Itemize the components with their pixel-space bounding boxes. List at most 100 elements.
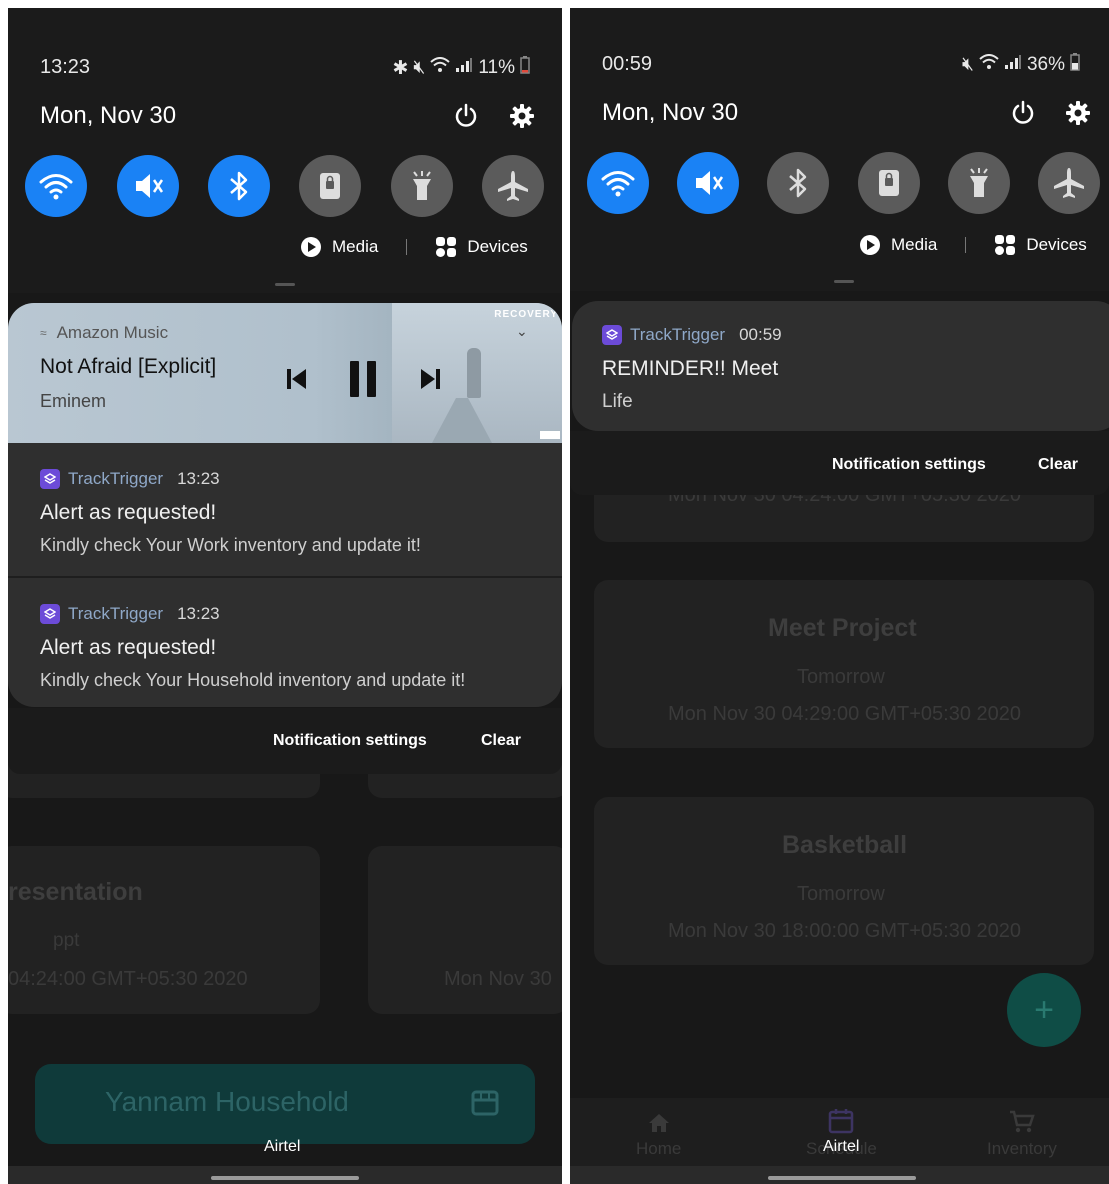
gear-icon[interactable]	[506, 100, 538, 132]
signal-icon	[455, 57, 473, 79]
navigation-bar	[8, 1166, 562, 1184]
notification-time: 13:23	[177, 469, 220, 488]
media-button[interactable]: Media	[859, 234, 937, 256]
notification-title: REMINDER!! Meet	[602, 357, 779, 380]
notification-body: Kindly check Your Household inventory an…	[40, 670, 466, 690]
battery-text: 36%	[1026, 54, 1065, 75]
devices-icon	[995, 235, 1016, 255]
status-time: 13:23	[40, 56, 91, 78]
music-app-name: Amazon Music	[56, 323, 169, 342]
bluetooth-icon	[789, 168, 807, 198]
chevron-down-icon[interactable]: ⌄	[516, 323, 528, 340]
lock-toggle[interactable]	[299, 155, 361, 217]
bg-card-date: 04:24:00 GMT+05:30 2020	[8, 968, 248, 990]
date-label: Mon, Nov 30	[602, 99, 739, 126]
flashlight-toggle[interactable]	[391, 155, 453, 217]
calendar-icon	[829, 1109, 854, 1134]
signal-icon	[1004, 54, 1022, 76]
carrier-label: Airtel	[823, 1138, 860, 1155]
pause-icon[interactable]	[349, 360, 377, 403]
bg-card2-date: Mon Nov 30	[444, 968, 552, 990]
devices-button[interactable]: Devices	[994, 234, 1087, 256]
flashlight-icon	[970, 168, 988, 197]
cart-icon	[1009, 1110, 1035, 1133]
devices-label: Devices	[467, 237, 528, 256]
gear-icon[interactable]	[1062, 97, 1094, 129]
devices-button[interactable]: Devices	[435, 236, 528, 258]
wifi-toggle[interactable]	[587, 152, 649, 214]
status-icons: ✱ 🔇︎ 11%	[392, 56, 530, 80]
wifi-status-icon	[430, 57, 451, 79]
power-icon[interactable]	[1007, 97, 1039, 129]
notification-item[interactable]: TrackTrigger 00:59 REMINDER!! Meet Life	[572, 301, 1109, 413]
bluetooth-toggle[interactable]	[767, 152, 829, 214]
store-icon	[471, 1090, 499, 1121]
media-label: Media	[332, 237, 379, 256]
panel-handle[interactable]	[275, 283, 295, 286]
notification-app-row: TrackTrigger 00:59	[602, 325, 1092, 345]
notification-app-row: TrackTrigger 13:23	[40, 469, 530, 489]
nav-inventory-label: Inventory	[987, 1139, 1057, 1158]
navigation-bar	[570, 1166, 1109, 1184]
wifi-toggle[interactable]	[25, 155, 87, 217]
devices-label: Devices	[1026, 235, 1087, 254]
bg-task-title: Basketball	[782, 831, 908, 859]
left-phone-screen: resentation ppt 04:24:00 GMT+05:30 2020 …	[8, 8, 562, 1184]
add-fab-button[interactable]: +	[1007, 973, 1081, 1047]
clear-button[interactable]: Clear	[481, 732, 521, 750]
lock-icon	[320, 173, 340, 199]
media-label: Media	[891, 235, 938, 254]
notification-time: 00:59	[739, 325, 782, 344]
notification-title: Alert as requested!	[40, 501, 217, 524]
play-circle-icon	[860, 235, 880, 255]
mute-toggle[interactable]	[677, 152, 739, 214]
lock-toggle[interactable]	[858, 152, 920, 214]
power-icon[interactable]	[450, 100, 482, 132]
notification-item[interactable]: TrackTrigger 13:23 Alert as requested! K…	[8, 578, 562, 707]
panel-handle[interactable]	[834, 280, 854, 283]
notification-settings-button[interactable]: Notification settings	[273, 732, 427, 750]
home-icon	[648, 1114, 669, 1132]
flashlight-toggle[interactable]	[948, 152, 1010, 214]
media-button[interactable]: Media	[300, 236, 378, 258]
music-app-row: ≈ Amazon Music	[40, 323, 168, 343]
play-circle-icon	[301, 237, 321, 257]
battery-icon	[1070, 53, 1080, 77]
home-gesture-bar[interactable]	[211, 1176, 359, 1180]
bg-task-when: Tomorrow	[797, 883, 885, 905]
status-icons: 🔇︎ 36%	[962, 53, 1080, 77]
music-artist: Eminem	[40, 391, 107, 411]
mute-toggle[interactable]	[117, 155, 179, 217]
status-time: 00:59	[602, 53, 653, 75]
bg-task-title: Meet Project	[768, 614, 917, 642]
notification-time: 13:23	[177, 604, 220, 623]
airplane-toggle[interactable]	[482, 155, 544, 217]
separator	[406, 239, 408, 255]
battery-icon	[520, 56, 530, 80]
next-icon[interactable]	[419, 367, 441, 396]
clear-button[interactable]: Clear	[1038, 456, 1078, 474]
parental-advisory	[540, 431, 560, 439]
notification-title: Alert as requested!	[40, 636, 217, 659]
notification-group: TrackTrigger 00:59 REMINDER!! Meet Life	[572, 301, 1109, 431]
devices-icon	[436, 237, 457, 257]
nav-inventory[interactable]: Inventory	[987, 1110, 1057, 1159]
notification-settings-button[interactable]: Notification settings	[832, 456, 986, 474]
airplane-toggle[interactable]	[1038, 152, 1100, 214]
music-notification[interactable]: RECOVERY ≈ Amazon Music ⌄ Not Afraid [Ex…	[8, 303, 562, 443]
bluetooth-toggle[interactable]	[208, 155, 270, 217]
notification-item[interactable]: TrackTrigger 13:23 Alert as requested! K…	[8, 443, 562, 576]
notification-body: Life	[602, 391, 633, 412]
bg-card-title: resentation	[8, 878, 143, 906]
home-gesture-bar[interactable]	[768, 1176, 916, 1180]
album-logo: RECOVERY	[494, 309, 558, 320]
bg-task-when: Tomorrow	[797, 666, 885, 688]
notification-app-row: TrackTrigger 13:23	[40, 604, 530, 624]
separator	[965, 237, 967, 253]
mute-icon	[696, 171, 724, 195]
nav-home[interactable]: Home	[636, 1112, 681, 1159]
household-button: Yannam Household	[35, 1064, 535, 1144]
previous-icon[interactable]	[286, 367, 308, 396]
airplane-icon	[1054, 168, 1084, 198]
mute-icon	[136, 174, 164, 198]
